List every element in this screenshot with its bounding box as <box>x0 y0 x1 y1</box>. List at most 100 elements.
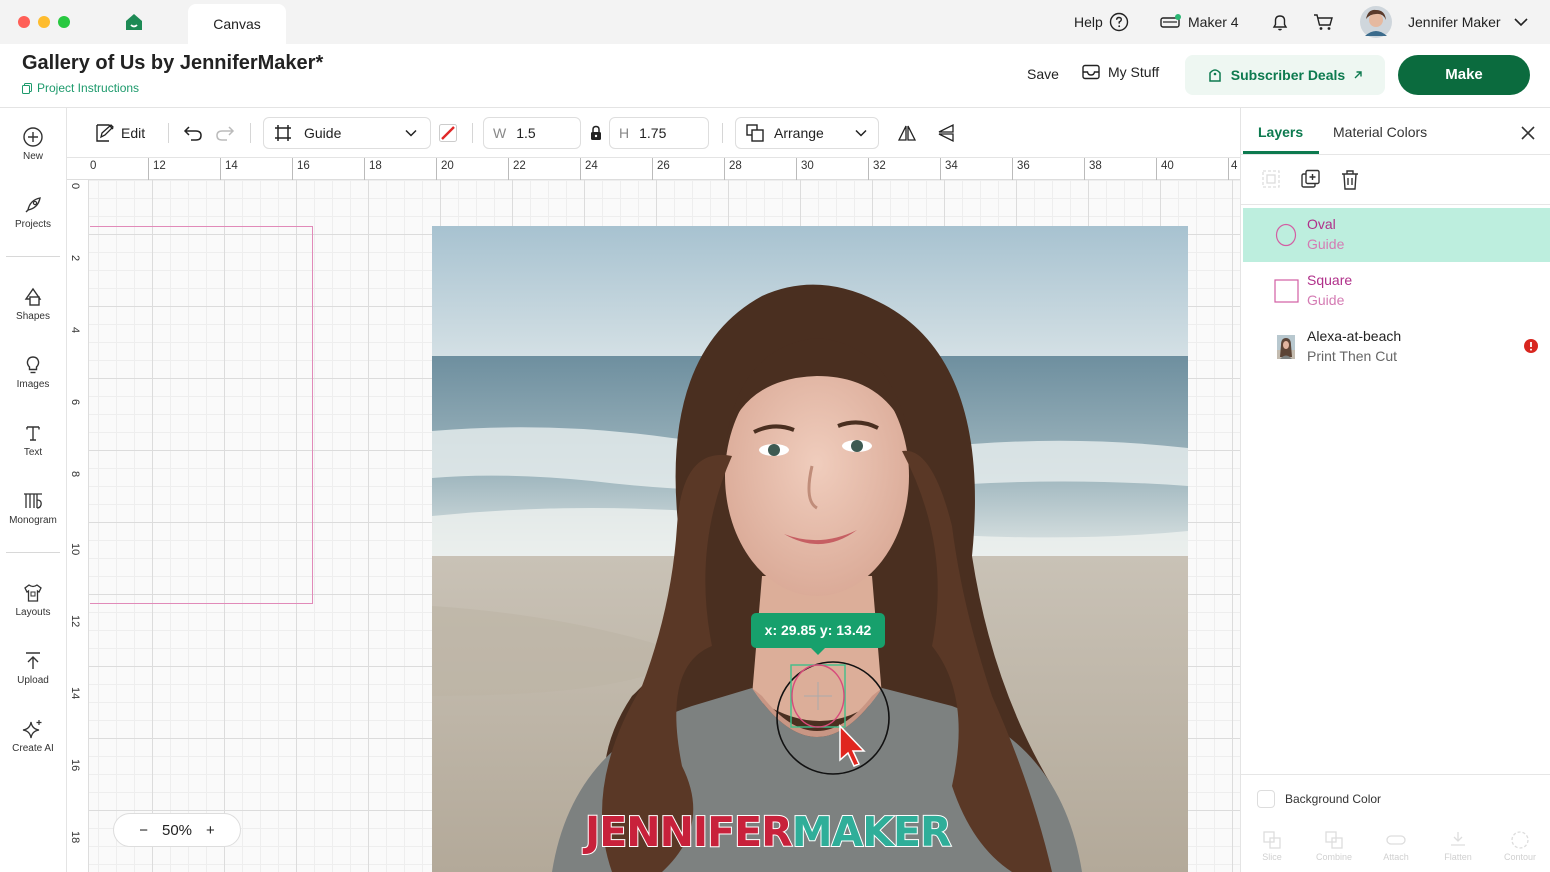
ruler-tick-label: 20 <box>441 160 454 172</box>
inbox-icon <box>1082 64 1100 80</box>
make-button[interactable]: Make <box>1398 55 1530 95</box>
help-button[interactable]: Help <box>1074 0 1129 44</box>
ruler-tick <box>652 158 653 180</box>
operation-dropdown[interactable]: Guide <box>263 117 431 149</box>
rocket-icon <box>25 197 41 213</box>
tag-icon <box>1209 69 1221 82</box>
sidebar-item-shapes[interactable]: Shapes <box>0 286 66 322</box>
toolbar-divider <box>722 123 723 143</box>
attach-label: Attach <box>1383 852 1409 862</box>
contour-label: Contour <box>1503 852 1537 862</box>
question-icon <box>1109 12 1128 32</box>
no-color-icon <box>439 124 457 142</box>
avatar[interactable] <box>1360 0 1392 44</box>
duplicate-icon[interactable] <box>1300 169 1322 191</box>
save-button[interactable]: Save <box>1027 66 1059 82</box>
flip-horizontal-button[interactable] <box>897 108 917 158</box>
square-guide[interactable] <box>90 226 313 604</box>
ruler-tick <box>1012 158 1013 180</box>
layer-square[interactable]: Square Guide <box>1243 264 1550 318</box>
arrange-icon <box>746 124 764 142</box>
redo-button[interactable] <box>215 108 235 158</box>
width-field[interactable]: W 1.5 <box>483 117 581 149</box>
ruler-tick-label: 14 <box>69 687 81 700</box>
attach-button[interactable]: Attach <box>1368 830 1424 862</box>
home-icon[interactable] <box>124 12 144 32</box>
machine-selector[interactable]: Maker 4 <box>1160 0 1239 44</box>
combine-button[interactable]: Combine <box>1306 830 1362 862</box>
sidebar-item-layouts[interactable]: Layouts <box>0 582 66 618</box>
flip-vertical-button[interactable] <box>936 108 956 158</box>
background-color-toggle[interactable]: Background Color <box>1257 790 1381 808</box>
toolbar-divider <box>250 123 251 143</box>
sidebar-item-upload[interactable]: Upload <box>0 650 66 686</box>
ruler-tick-label: 36 <box>1017 160 1030 172</box>
ruler-tick-label: 38 <box>1089 160 1102 172</box>
title-bar: Canvas Help Maker 4 Jennifer Maker <box>0 0 1550 44</box>
flatten-button[interactable]: Flatten <box>1430 830 1486 862</box>
undo-icon <box>183 126 202 141</box>
sidebar-item-new[interactable]: New <box>0 126 66 162</box>
tab-layers[interactable]: Layers <box>1258 124 1303 140</box>
coordinate-readout: x: 29.85 y: 13.42 <box>751 613 885 655</box>
sidebar-item-projects[interactable]: Projects <box>0 194 66 230</box>
cart-icon[interactable] <box>1313 0 1335 44</box>
group-icon[interactable] <box>1261 169 1281 189</box>
tab-canvas[interactable]: Canvas <box>188 4 286 44</box>
layer-alexa-at-beach[interactable]: Alexa-at-beach Print Then Cut <box>1243 320 1550 374</box>
combine-label: Combine <box>1315 852 1353 862</box>
layer-name: Oval <box>1307 216 1336 232</box>
sidebar-item-create-ai[interactable]: Create AI <box>0 718 66 754</box>
ruler-tick-label: 6 <box>69 399 81 406</box>
sidebar-item-images[interactable]: Images <box>0 354 66 390</box>
slice-label: Slice <box>1262 852 1282 862</box>
close-icon[interactable] <box>1520 125 1536 141</box>
zoom-in-button[interactable]: + <box>206 822 215 839</box>
ruler-tick-label: 12 <box>153 160 166 172</box>
ruler-tick-label: 4 <box>1231 160 1238 172</box>
arrange-dropdown[interactable]: Arrange <box>735 117 879 149</box>
chevron-down-icon <box>855 129 867 137</box>
lock-aspect-button[interactable] <box>589 108 603 158</box>
warning-icon[interactable] <box>1523 338 1539 354</box>
color-swatch[interactable] <box>435 117 461 149</box>
ruler-tick-label: 14 <box>225 160 238 172</box>
height-field[interactable]: H 1.75 <box>609 117 709 149</box>
design-canvas[interactable]: 0 12 14 16 18 20 22 24 26 28 30 32 34 36… <box>67 158 1240 872</box>
zoom-out-button[interactable]: − <box>139 822 148 839</box>
trash-icon[interactable] <box>1340 169 1360 191</box>
ruler-tick-label: 0 <box>90 160 97 172</box>
attach-icon <box>1386 835 1406 845</box>
maximize-window-icon[interactable] <box>58 16 70 28</box>
close-window-icon[interactable] <box>18 16 30 28</box>
width-label: W <box>493 125 507 141</box>
bell-icon[interactable] <box>1270 0 1290 44</box>
sidebar-item-monogram[interactable]: Monogram <box>0 490 66 526</box>
oval-guide-selection[interactable] <box>775 660 895 780</box>
contour-button[interactable]: Contour <box>1492 830 1548 862</box>
layer-name: Square <box>1307 272 1353 288</box>
toolbar-divider <box>472 123 473 143</box>
sidebar-item-text[interactable]: Text <box>0 422 66 458</box>
ruler-tick-label: 32 <box>873 160 886 172</box>
project-instructions-link[interactable]: Project Instructions <box>22 81 139 95</box>
ruler-tick-label: 24 <box>585 160 598 172</box>
tab-material-colors[interactable]: Material Colors <box>1333 124 1427 140</box>
sparkle-icon <box>22 720 42 739</box>
slice-button[interactable]: Slice <box>1244 830 1300 862</box>
minimize-window-icon[interactable] <box>38 16 50 28</box>
background-color-checkbox[interactable] <box>1257 790 1275 808</box>
sidebar-item-label: Layouts <box>15 607 51 618</box>
sidebar-item-label: Upload <box>17 675 49 686</box>
cursor-arrow-icon <box>839 724 866 767</box>
user-menu[interactable]: Jennifer Maker <box>1408 0 1529 44</box>
my-stuff-button[interactable]: My Stuff <box>1082 64 1159 80</box>
panel-divider <box>1241 154 1550 155</box>
help-label: Help <box>1074 14 1103 30</box>
sidebar-item-label: Text <box>23 447 43 458</box>
layer-oval[interactable]: Oval Guide <box>1243 208 1550 262</box>
edit-button[interactable]: Edit <box>95 108 145 158</box>
flip-vertical-icon <box>938 123 954 143</box>
undo-button[interactable] <box>183 108 203 158</box>
subscriber-deals-button[interactable]: Subscriber Deals <box>1185 55 1385 95</box>
